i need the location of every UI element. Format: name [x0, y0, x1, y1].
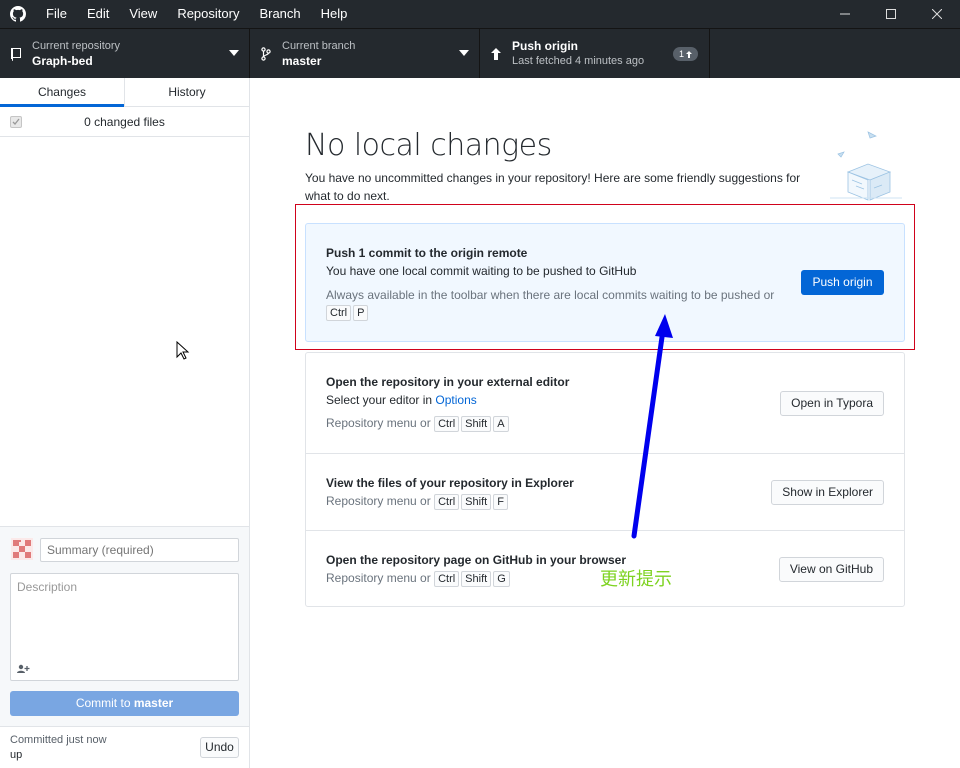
open-in-typora-button[interactable]: Open in Typora — [780, 391, 884, 416]
branch-name: master — [282, 54, 322, 68]
menu-help[interactable]: Help — [311, 0, 358, 28]
commit-message-area: Description Commit to master — [0, 526, 249, 726]
menu-bar: File Edit View Repository Branch Help — [36, 0, 357, 28]
ahead-count-badge: 1 — [672, 47, 698, 61]
summary-input[interactable] — [40, 538, 239, 562]
github-title: Open the repository page on GitHub in yo… — [326, 553, 627, 567]
branch-icon — [250, 47, 282, 61]
editor-hint-text: Repository menu or — [326, 416, 431, 430]
github-logo-icon — [0, 0, 36, 28]
explorer-title: View the files of your repository in Exp… — [326, 476, 574, 490]
options-link[interactable]: Options — [435, 393, 476, 407]
chevron-down-icon — [229, 50, 239, 56]
repo-name: Graph-bed — [32, 54, 93, 68]
current-repository-button[interactable]: Current repository Graph-bed — [0, 29, 250, 79]
github-hint-text: Repository menu or — [326, 571, 431, 585]
undo-button[interactable]: Undo — [200, 737, 239, 758]
minimize-icon[interactable] — [822, 0, 868, 28]
ahead-count: 1 — [678, 49, 684, 59]
arrow-up-icon — [686, 50, 692, 58]
description-field[interactable]: Description — [10, 573, 239, 681]
menu-edit[interactable]: Edit — [77, 0, 119, 28]
kbd-ctrl: Ctrl — [434, 416, 460, 432]
explorer-hint: Repository menu or Ctrl Shift F — [326, 493, 510, 510]
editor-title: Open the repository in your external edi… — [326, 375, 570, 389]
annotation-label: 更新提示 — [600, 569, 672, 590]
kbd-shift: Shift — [461, 494, 492, 510]
menu-branch[interactable]: Branch — [249, 0, 310, 28]
sidebar: Changes History 0 changed files Descript… — [0, 78, 250, 768]
kbd-shift: Shift — [461, 571, 492, 587]
commit-button-branch: master — [133, 696, 174, 710]
github-hint: Repository menu or Ctrl Shift G — [326, 570, 512, 587]
repo-label: Current repository — [32, 40, 121, 52]
repo-icon — [0, 47, 32, 61]
kbd-a: A — [493, 416, 509, 432]
kbd-ctrl: Ctrl — [434, 494, 460, 510]
arrow-up-icon — [480, 48, 512, 60]
add-coauthor-icon[interactable] — [17, 664, 31, 674]
select-all-checkbox[interactable] — [10, 116, 22, 128]
push-origin-toolbar-button[interactable]: Push origin Last fetched 4 minutes ago 1 — [480, 29, 710, 79]
committed-time: Committed just now — [10, 734, 107, 746]
mouse-cursor-icon — [176, 341, 190, 360]
empty-state-illustration — [830, 131, 902, 201]
tab-history[interactable]: History — [124, 78, 249, 106]
branch-label: Current branch — [282, 40, 356, 52]
close-icon[interactable] — [914, 0, 960, 28]
toolbar: Current repository Graph-bed Current bra… — [0, 28, 960, 79]
changed-files-count: 0 changed files — [84, 114, 165, 129]
page-title: No local changes — [305, 128, 552, 163]
view-on-github-button[interactable]: View on GitHub — [778, 557, 884, 582]
window-controls — [822, 0, 960, 28]
intro-text: You have no uncommitted changes in your … — [305, 171, 801, 203]
explorer-suggestion: View the files of your repository in Exp… — [306, 453, 904, 530]
kbd-ctrl: Ctrl — [434, 571, 460, 587]
show-in-explorer-button[interactable]: Show in Explorer — [771, 480, 884, 505]
push-subtitle: Last fetched 4 minutes ago — [512, 55, 645, 67]
editor-hint: Repository menu or Ctrl Shift A — [326, 415, 511, 432]
commit-summary: up — [10, 749, 23, 761]
commit-button[interactable]: Commit to master — [10, 691, 239, 716]
menu-view[interactable]: View — [119, 0, 167, 28]
maximize-icon[interactable] — [868, 0, 914, 28]
undo-commit-area: Committed just now up Undo — [0, 726, 249, 768]
current-branch-button[interactable]: Current branch master — [250, 29, 480, 79]
editor-description: Select your editor in Options — [326, 393, 477, 407]
kbd-f: F — [493, 494, 508, 510]
kbd-shift: Shift — [461, 416, 492, 432]
tab-changes[interactable]: Changes — [0, 78, 124, 107]
explorer-hint-text: Repository menu or — [326, 494, 431, 508]
push-title: Push origin — [512, 39, 578, 53]
sidebar-tabs: Changes History — [0, 78, 249, 107]
chevron-down-icon — [459, 50, 469, 56]
check-icon — [12, 118, 20, 125]
highlight-annotation-box — [295, 204, 915, 350]
title-bar: File Edit View Repository Branch Help — [0, 0, 960, 28]
changed-files-header: 0 changed files — [0, 107, 249, 137]
menu-repository[interactable]: Repository — [167, 0, 249, 28]
description-placeholder: Description — [17, 580, 78, 594]
kbd-g: G — [493, 571, 510, 587]
editor-desc-text: Select your editor in — [326, 393, 436, 407]
main-content: No local changes You have no uncommitted… — [250, 78, 960, 768]
commit-button-prefix: Commit to — [75, 696, 134, 710]
avatar — [11, 538, 33, 560]
last-commit-info: Committed just now up — [10, 733, 107, 763]
menu-file[interactable]: File — [36, 0, 77, 28]
editor-suggestion: Open the repository in your external edi… — [306, 353, 904, 453]
